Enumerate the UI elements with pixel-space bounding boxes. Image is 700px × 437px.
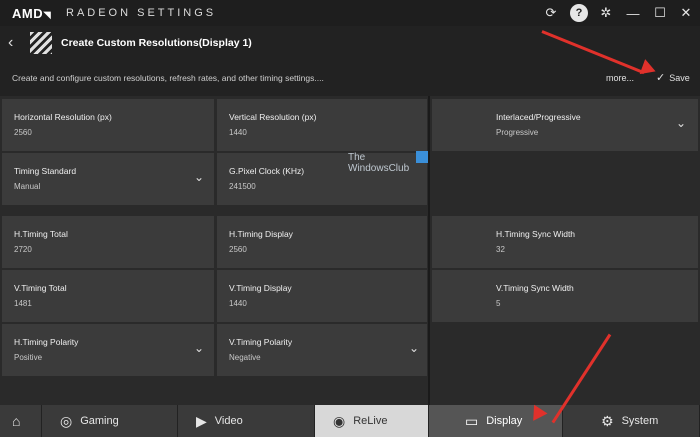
field-value: 2560 [14, 128, 32, 137]
bottom-tab-bar: ⌂ ◎ Gaming ▶ Video ◉ ReLive ▭ Display ⚙ … [0, 405, 700, 437]
v-timing-total-field[interactable]: V.Timing Total 1481 [2, 270, 214, 322]
tab-gaming[interactable]: ◎ Gaming [42, 405, 178, 437]
tab-home[interactable]: ⌂ [0, 405, 42, 437]
tab-relive[interactable]: ◉ ReLive [315, 405, 429, 437]
save-label: Save [669, 72, 690, 83]
title-bar: AMD◥ RADEON SETTINGS ⟳ ? ✲ — ☐ ✕ [0, 0, 700, 26]
vertical-resolution-field[interactable]: Vertical Resolution (px) 1440 [217, 99, 427, 151]
tab-system[interactable]: ⚙ System [563, 405, 700, 437]
chevron-down-icon: ⌄ [194, 170, 205, 184]
v-timing-sync-width-field[interactable]: V.Timing Sync Width 5 [432, 270, 698, 322]
field-label: H.Timing Polarity [14, 337, 79, 347]
amd-logo: AMD◥ [12, 6, 52, 21]
help-icon[interactable]: ? [570, 4, 588, 22]
check-icon: ✓ [656, 72, 666, 84]
monitor-icon: ▭ [465, 412, 479, 429]
h-timing-display-field[interactable]: H.Timing Display 2560 [217, 216, 427, 268]
play-icon: ▶ [196, 412, 207, 429]
field-label: H.Timing Total [14, 229, 68, 239]
field-label: V.Timing Polarity [229, 337, 293, 347]
field-label: Interlaced/Progressive [496, 112, 581, 122]
watermark-line1: The [348, 152, 366, 163]
tab-label: Display [486, 415, 523, 427]
gear-icon[interactable]: ✲ [597, 4, 615, 22]
back-icon[interactable]: ‹ [8, 34, 13, 52]
interlaced-progressive-dropdown[interactable]: Interlaced/Progressive Progressive ⌄ [432, 99, 698, 151]
timing-standard-dropdown[interactable]: Timing Standard Manual ⌄ [2, 153, 214, 205]
maximize-icon[interactable]: ☐ [651, 4, 669, 22]
field-label: Vertical Resolution (px) [229, 112, 317, 122]
page-title: Create Custom Resolutions(Display 1) [61, 37, 252, 49]
save-button[interactable]: ✓ Save [656, 71, 690, 84]
field-value: Progressive [496, 128, 539, 137]
watermark-line2: WindowsClub [348, 163, 410, 174]
system-icon: ⚙ [601, 412, 614, 429]
home-icon: ⌂ [12, 413, 21, 429]
page-subtitle: Create and configure custom resolutions,… [12, 73, 324, 83]
field-value: 241500 [229, 182, 256, 191]
chevron-down-icon: ⌄ [409, 341, 420, 355]
h-timing-polarity-dropdown[interactable]: H.Timing Polarity Positive ⌄ [2, 324, 214, 376]
field-label: H.Timing Display [229, 229, 293, 239]
field-value: 1440 [229, 128, 247, 137]
field-value: 1440 [229, 299, 247, 308]
tab-label: Gaming [80, 415, 119, 427]
column-divider [428, 96, 430, 406]
field-value: Negative [229, 353, 261, 362]
watermark-logo-icon [416, 151, 428, 163]
field-label: Timing Standard [14, 166, 77, 176]
field-label: G.Pixel Clock (KHz) [229, 166, 305, 176]
field-label: V.Timing Display [229, 283, 292, 293]
app-title: RADEON SETTINGS [66, 7, 217, 19]
tab-label: Video [214, 415, 243, 427]
field-label: V.Timing Total [14, 283, 67, 293]
field-label: H.Timing Sync Width [496, 229, 576, 239]
relive-icon: ◉ [333, 412, 346, 429]
more-link[interactable]: more... [606, 73, 634, 83]
tab-label: System [621, 415, 659, 427]
v-timing-polarity-dropdown[interactable]: V.Timing Polarity Negative ⌄ [217, 324, 427, 376]
field-value: 5 [496, 299, 501, 308]
h-timing-sync-width-field[interactable]: H.Timing Sync Width 32 [432, 216, 698, 268]
close-icon[interactable]: ✕ [677, 4, 695, 22]
subtitle-bar: Create and configure custom resolutions,… [0, 60, 700, 96]
field-value: Manual [14, 182, 41, 191]
h-timing-total-field[interactable]: H.Timing Total 2720 [2, 216, 214, 268]
field-value: 2720 [14, 245, 32, 254]
minimize-icon[interactable]: — [624, 4, 642, 22]
v-timing-display-field[interactable]: V.Timing Display 1440 [217, 270, 427, 322]
gamepad-icon: ◎ [60, 412, 73, 429]
field-value: 2560 [229, 245, 247, 254]
field-value: 1481 [14, 299, 32, 308]
custom-resolution-icon [30, 32, 52, 54]
field-label: V.Timing Sync Width [496, 283, 574, 293]
horizontal-resolution-field[interactable]: Horizontal Resolution (px) 2560 [2, 99, 214, 151]
update-icon[interactable]: ⟳ [542, 4, 560, 22]
field-value: Positive [14, 353, 43, 362]
tab-video[interactable]: ▶ Video [178, 405, 315, 437]
chevron-down-icon: ⌄ [676, 116, 687, 130]
chevron-down-icon: ⌄ [194, 341, 205, 355]
watermark: The WindowsClub [348, 152, 409, 174]
field-label: Horizontal Resolution (px) [14, 112, 112, 122]
tab-label: ReLive [353, 415, 388, 427]
field-value: 32 [496, 245, 505, 254]
